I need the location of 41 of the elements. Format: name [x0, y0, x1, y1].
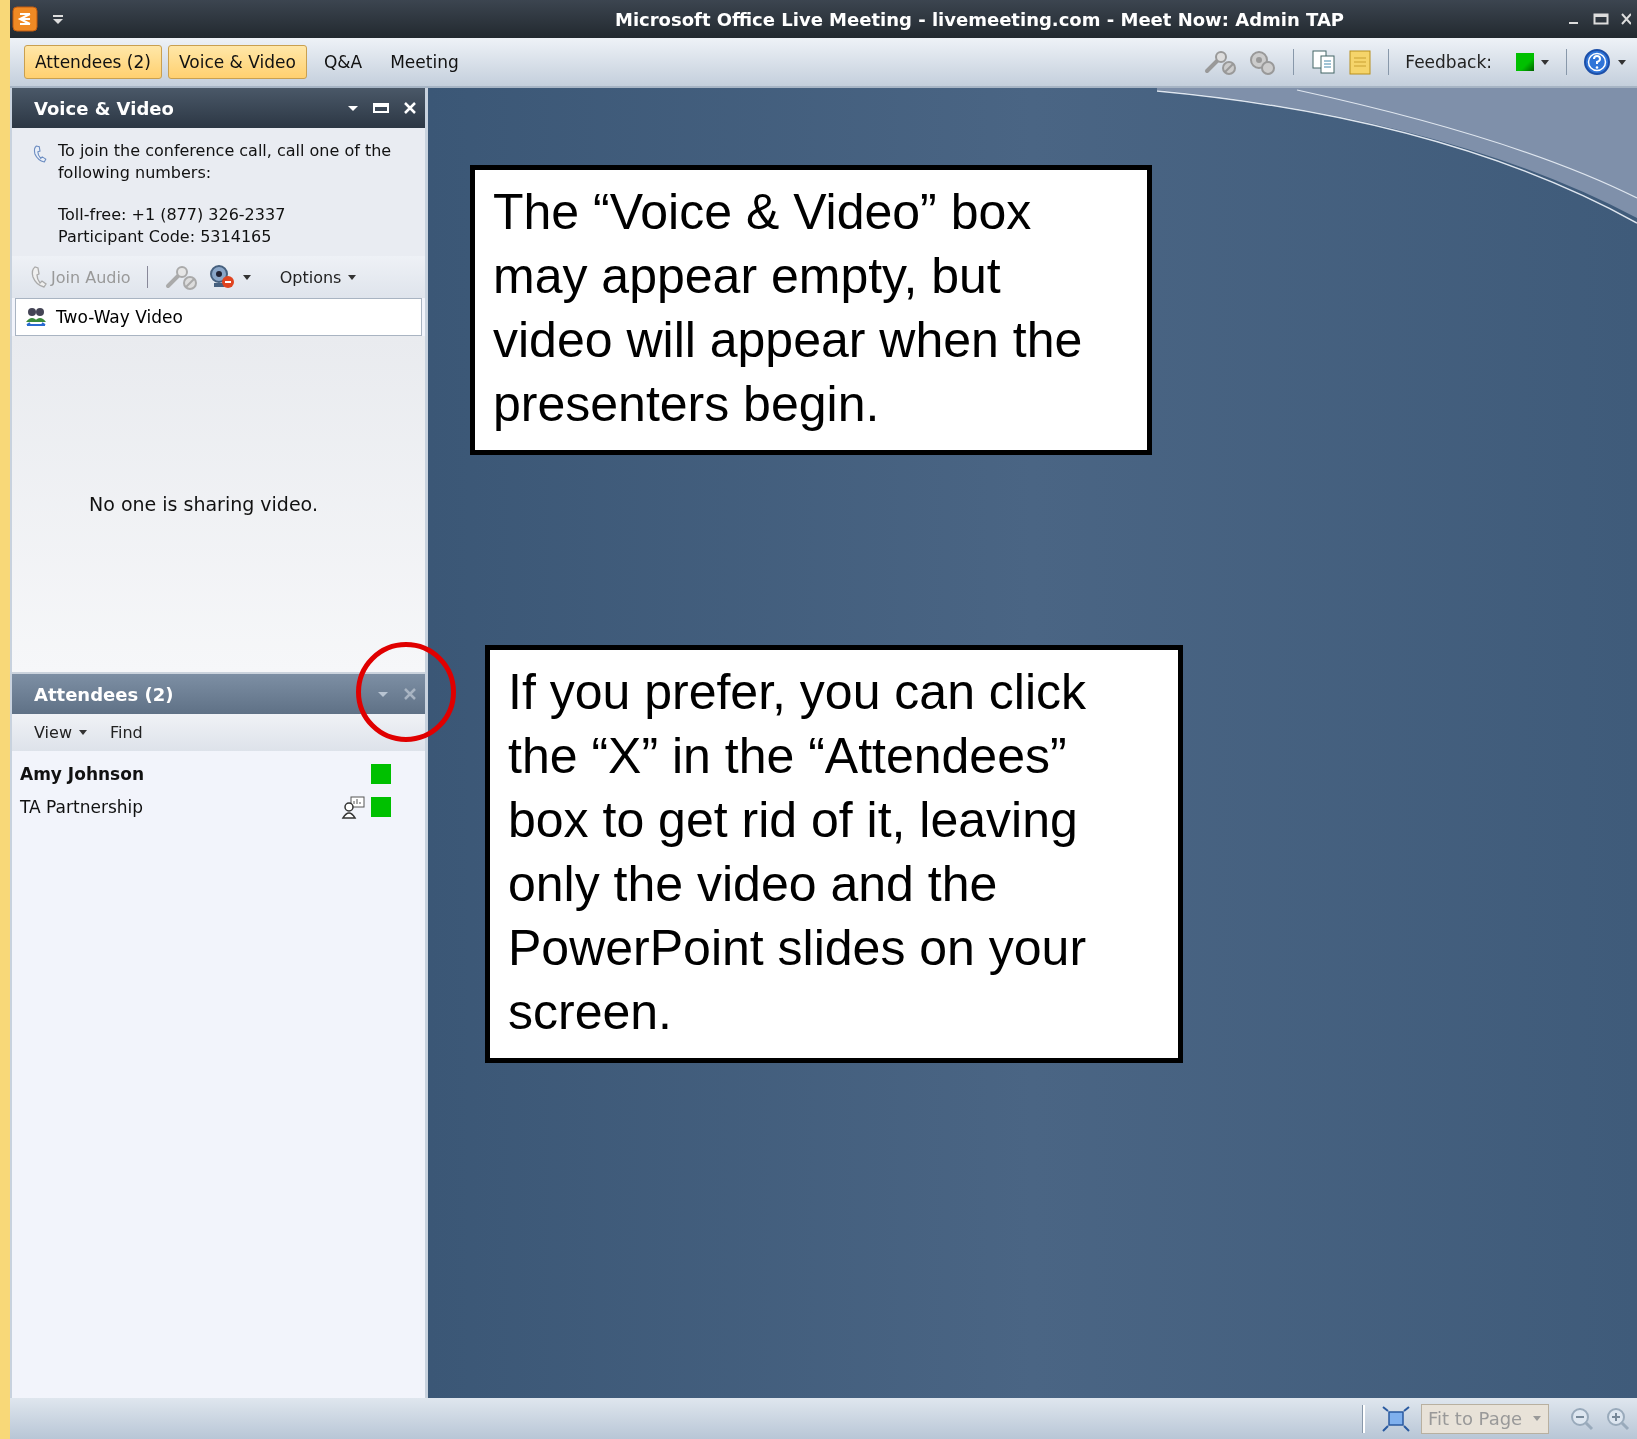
help-icon: [1583, 48, 1611, 76]
caret-icon: [1532, 1414, 1542, 1423]
tab[interactable]: Meeting: [379, 45, 470, 79]
phone-icon: [30, 265, 48, 289]
app-logo-icon[interactable]: [12, 6, 38, 32]
quick-access-menu-icon[interactable]: [52, 13, 64, 25]
help-button[interactable]: [1583, 48, 1627, 76]
feedback-button[interactable]: [1516, 53, 1550, 71]
zoom-out-icon[interactable]: [1569, 1405, 1595, 1432]
caret-icon: [1617, 57, 1627, 67]
caret-icon: [241, 272, 252, 282]
caret-icon: [77, 728, 88, 737]
view-menu-button[interactable]: View: [34, 723, 88, 742]
tab[interactable]: Attendees (2): [24, 45, 162, 79]
people-icon: [24, 306, 48, 328]
panel-title: Attendees (2): [34, 683, 174, 705]
participant-code: Participant Code: 5314165: [58, 226, 273, 248]
instructions-text: To join the conference call, call one of the following numbers:: [58, 140, 393, 184]
fit-screen-icon[interactable]: [1381, 1404, 1411, 1433]
tab[interactable]: Q&A: [312, 45, 374, 79]
attendee-name[interactable]: Amy Johnson: [20, 763, 144, 784]
feedback-label: Feedback:: [1405, 52, 1492, 72]
zoom-in-icon[interactable]: [1605, 1405, 1631, 1432]
close-icon[interactable]: [1621, 12, 1631, 26]
find-button[interactable]: Find: [109, 723, 143, 742]
tab[interactable]: Voice & Video: [167, 45, 307, 79]
callout-text: If you prefer, you can click the “X” in the “Attendees” box to get rid of it, leaving only the video and the PowerPoint slides on your screen.: [485, 645, 1183, 1063]
caret-icon[interactable]: [347, 103, 359, 113]
video-mode-field[interactable]: Two-Way Video: [15, 298, 422, 336]
feedback-status-icon: [1516, 53, 1534, 71]
maximize-icon[interactable]: [1593, 12, 1609, 26]
caret-icon: [1540, 57, 1550, 67]
callout-text: The “Voice & Video” box may appear empty, but video will appear when the presenters begin.: [470, 165, 1152, 455]
caret-icon: [347, 272, 358, 282]
window-title: Microsoft Office Live Meeting - livemeeting.com - Meet Now: Admin TAP: [613, 8, 1346, 30]
toll-free-number: Toll-free: +1 (877) 326-2337: [58, 204, 287, 226]
panel-title: Voice & Video: [34, 97, 174, 119]
webcam-button[interactable]: [207, 264, 252, 290]
empty-video-message: No one is sharing video.: [89, 493, 319, 515]
attendee-name[interactable]: TA Partnership: [20, 796, 144, 817]
options-button[interactable]: Options: [279, 267, 358, 287]
